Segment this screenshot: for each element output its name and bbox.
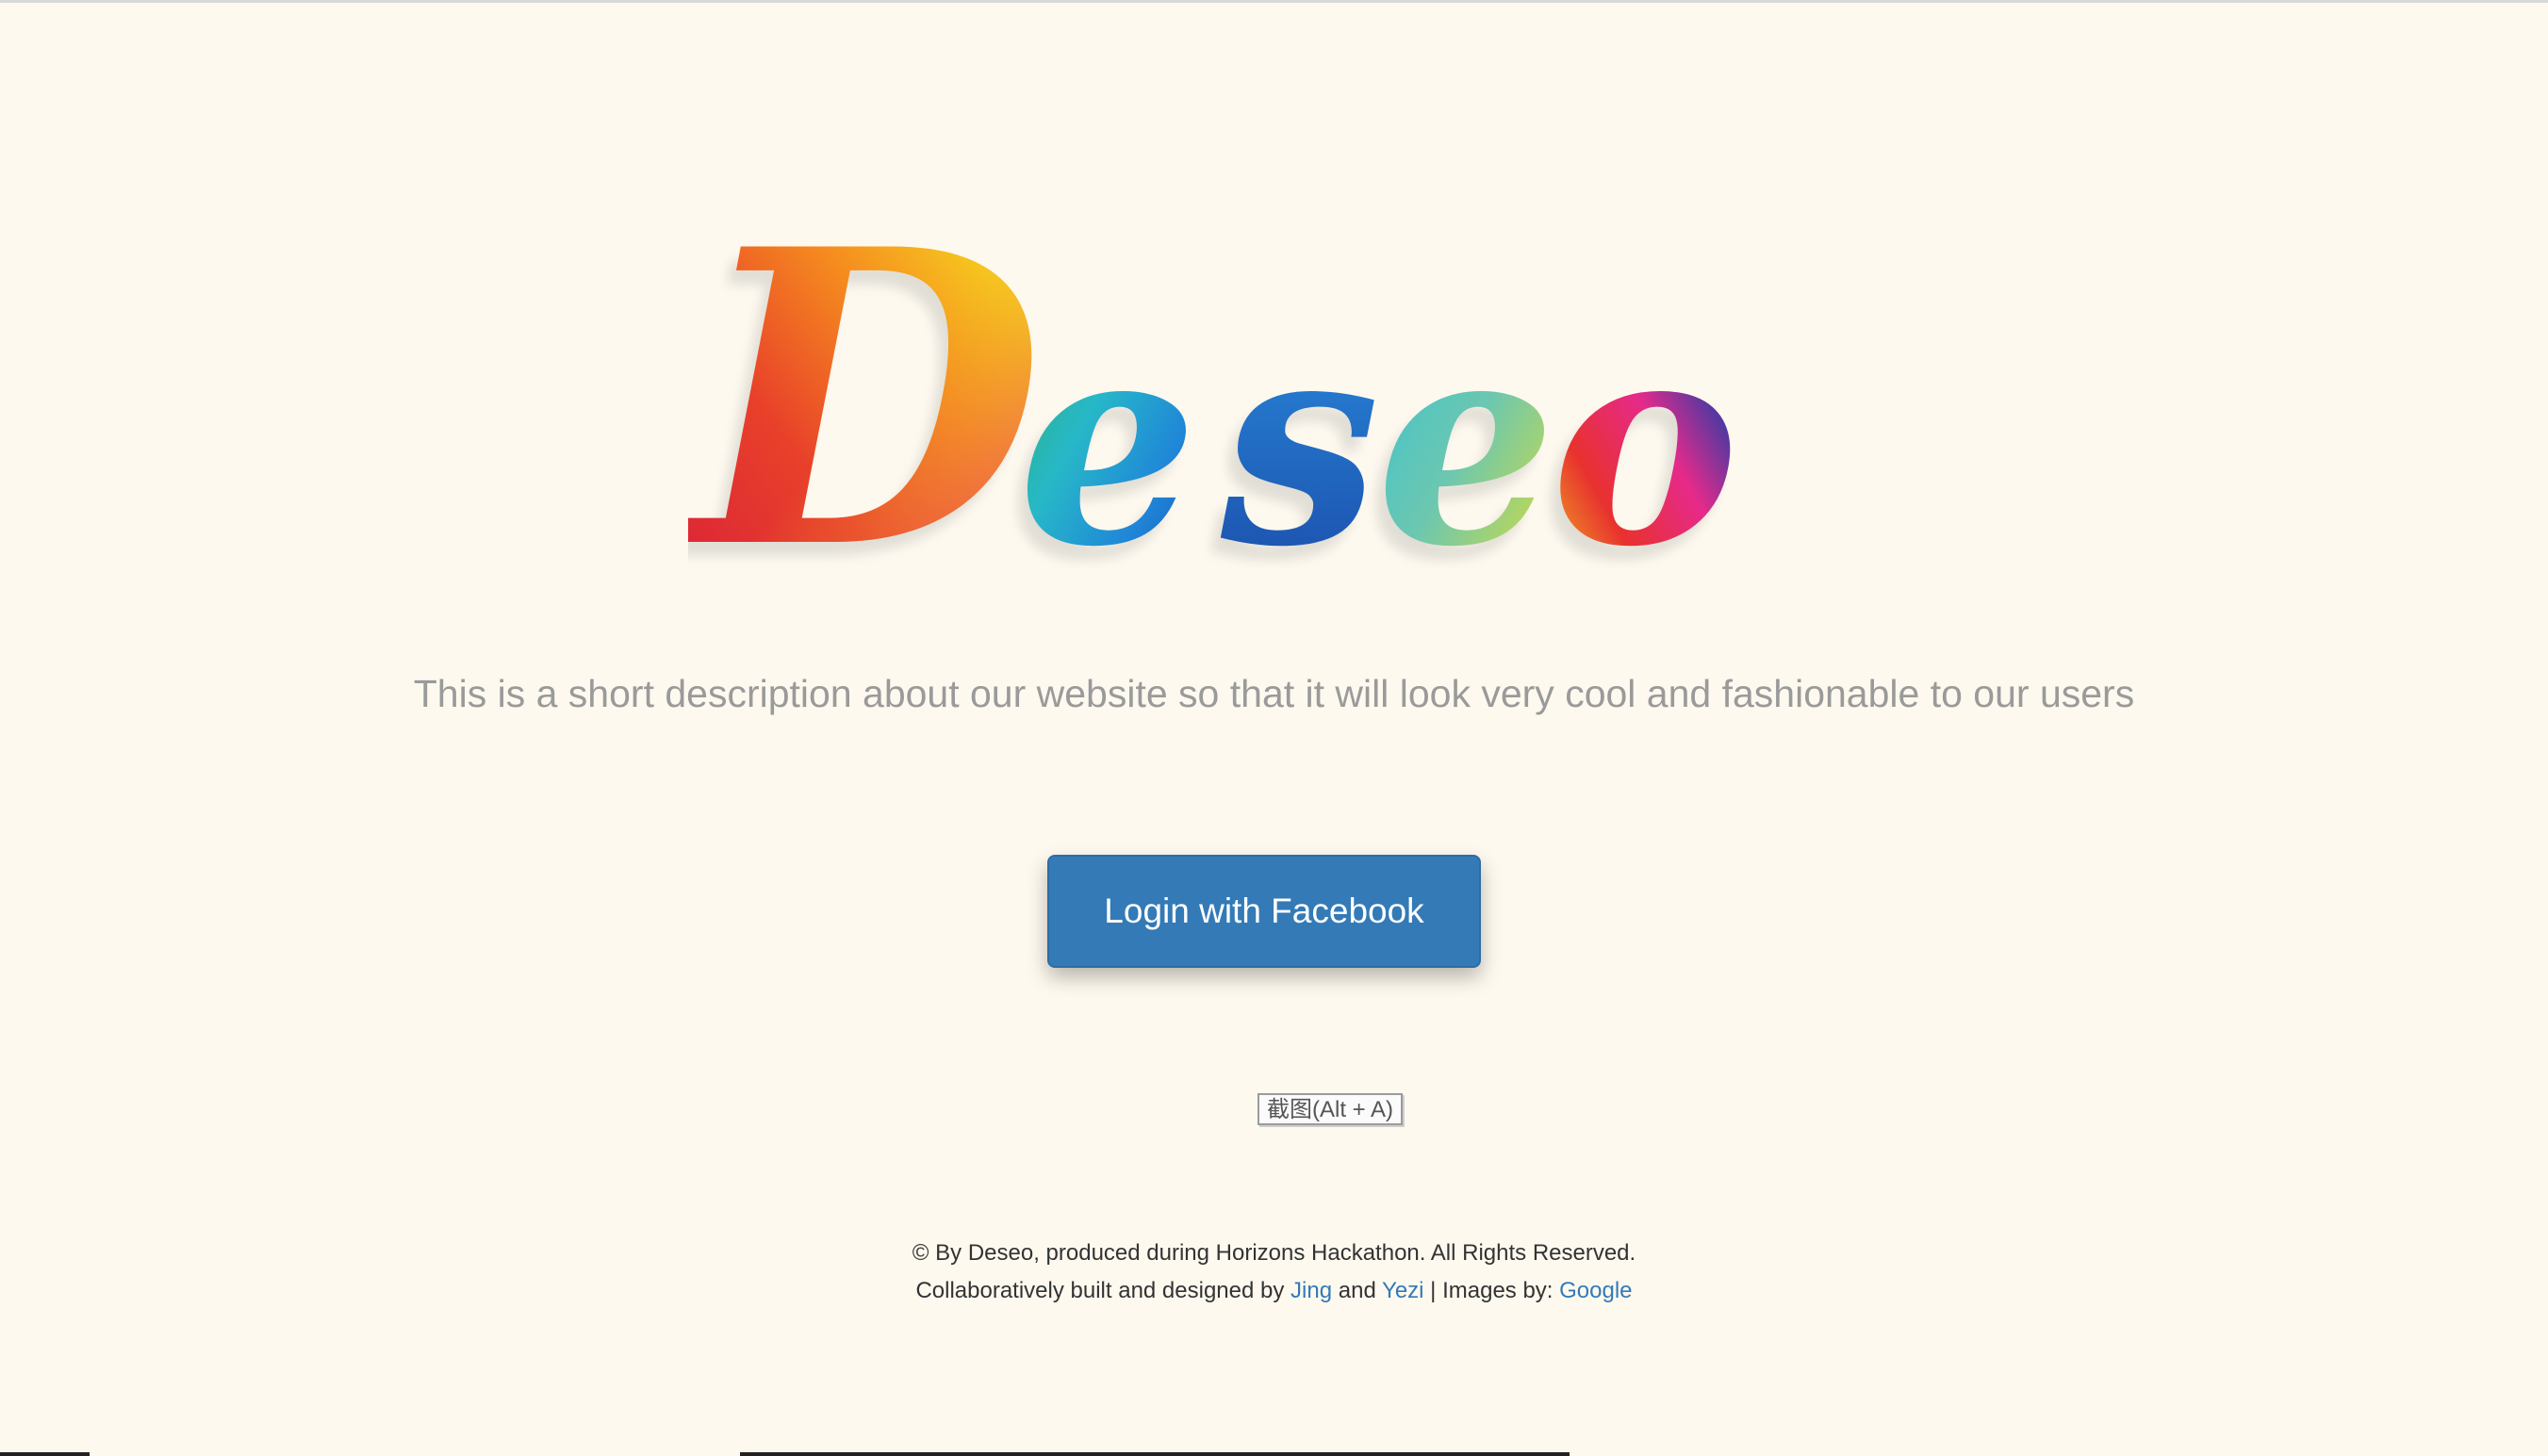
images-source-link-google[interactable]: Google — [1559, 1278, 1632, 1303]
logo-letter-s: s — [1216, 276, 1380, 608]
credits-and: and — [1332, 1278, 1383, 1303]
logo-letter-d-overlay: D — [688, 184, 1047, 608]
author-link-jing[interactable]: Jing — [1290, 1278, 1332, 1303]
credits-prefix: Collaboratively built and designed by — [915, 1278, 1291, 1303]
bottom-edge-bar-middle — [740, 1452, 1570, 1456]
credits-line: Collaboratively built and designed by Ji… — [0, 1272, 2548, 1310]
copyright-text: © By Deseo, produced during Horizons Hac… — [912, 1240, 1636, 1266]
login-with-facebook-button[interactable]: Login with Facebook — [1047, 855, 1481, 968]
bottom-edge-bar-left — [0, 1452, 90, 1456]
site-description: This is a short description about our we… — [413, 672, 2135, 715]
footer: © By Deseo, produced during Horizons Hac… — [0, 1235, 2548, 1310]
author-link-yezi[interactable]: Yezi — [1382, 1278, 1423, 1303]
deseo-logo-graphic: D e s e o D D e s e o — [688, 184, 1739, 608]
logo-letter-o: o — [1551, 276, 1739, 608]
logo-letter-e1: e — [1018, 276, 1198, 608]
top-border — [0, 0, 2548, 3]
images-credit-prefix: | Images by: — [1423, 1278, 1560, 1303]
deseo-logo: D e s e o D D e s e o — [688, 184, 1866, 608]
logo-letter-e2: e — [1376, 276, 1556, 608]
screenshot-shortcut-tooltip[interactable]: 截图(Alt + A) — [1258, 1093, 1404, 1125]
